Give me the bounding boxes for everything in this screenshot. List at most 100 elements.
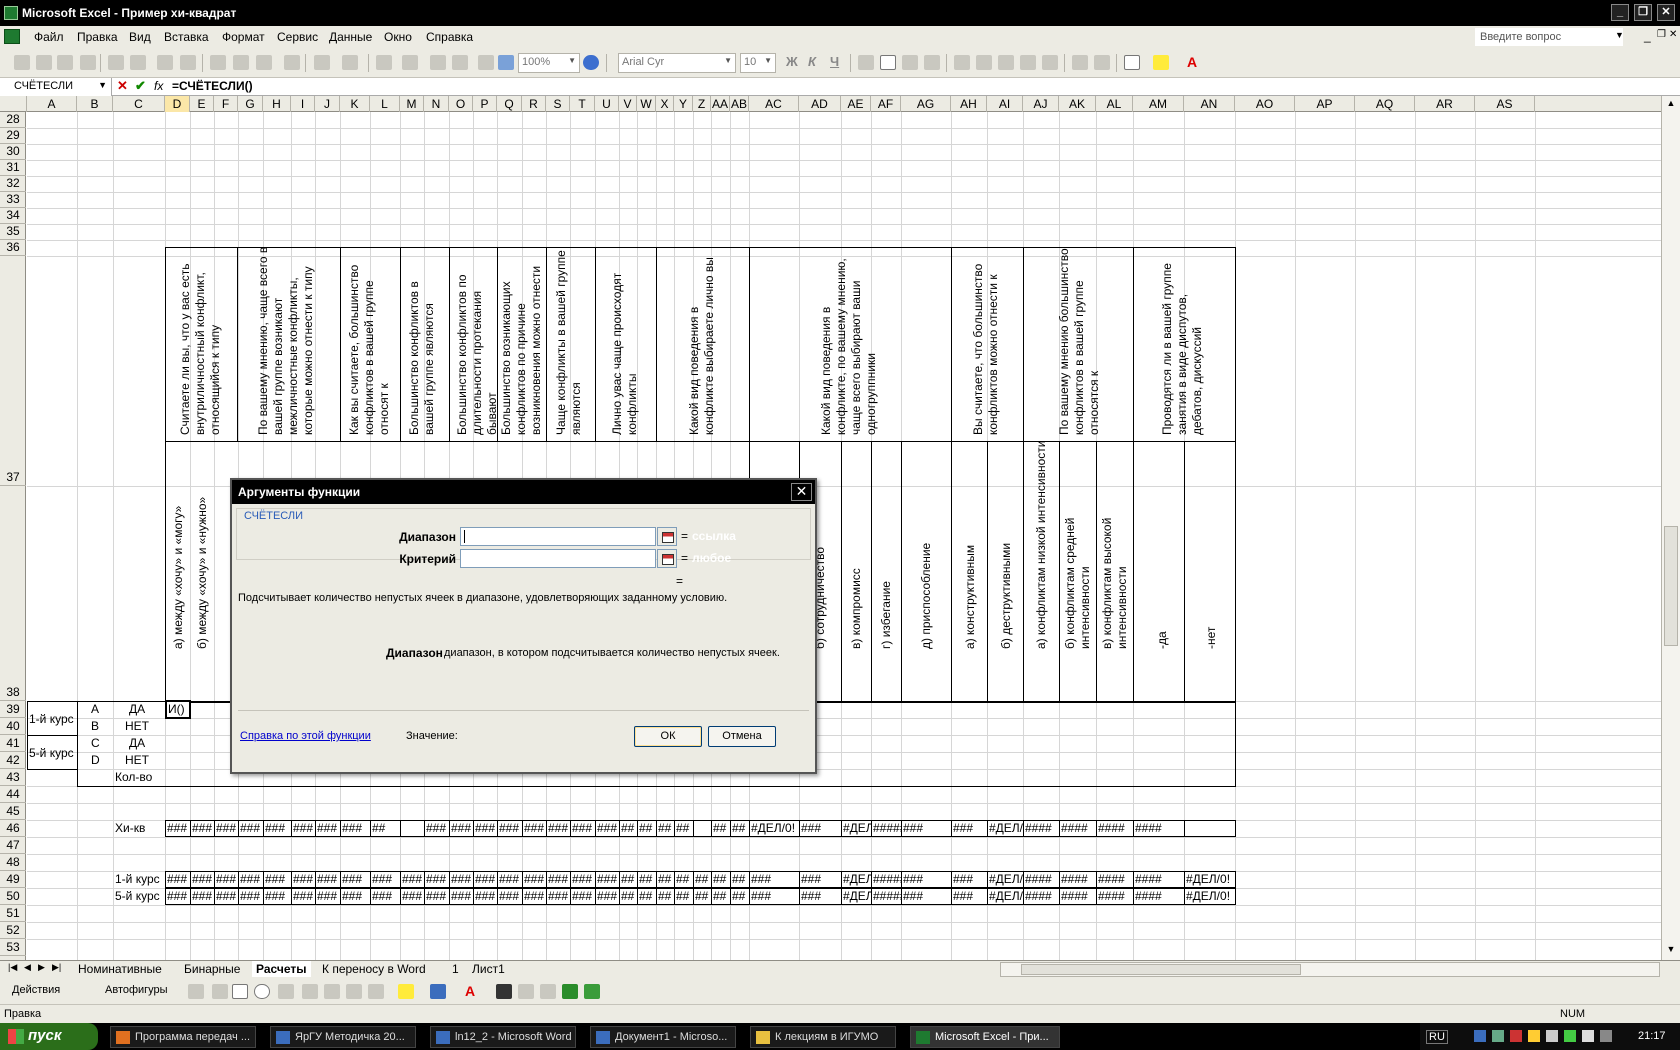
result-cell[interactable]: ###: [215, 889, 239, 904]
row-50[interactable]: 50: [0, 888, 26, 905]
scroll-down-icon[interactable]: ▼: [1664, 944, 1678, 958]
result-cell[interactable]: #ДЕЛ/0!: [842, 821, 872, 836]
result-cell[interactable]: ###: [166, 872, 191, 887]
result-cell[interactable]: ##: [675, 872, 694, 887]
comma-icon[interactable]: [998, 55, 1014, 70]
horizontal-scrollbar[interactable]: [1000, 962, 1660, 977]
paste-icon[interactable]: [256, 55, 272, 70]
cancel-entry-icon[interactable]: ✕: [117, 78, 128, 94]
dialog-close-button[interactable]: ✕: [791, 483, 812, 501]
h-scroll-thumb[interactable]: [1021, 964, 1301, 975]
chevron-down-icon[interactable]: ▼: [1615, 30, 1624, 40]
col-AP[interactable]: AP: [1295, 96, 1355, 112]
result-cell[interactable]: ###: [316, 821, 341, 836]
result-cell[interactable]: ###: [166, 821, 191, 836]
workbook-icon[interactable]: [4, 29, 20, 44]
italic-icon[interactable]: К: [808, 54, 816, 69]
autosum-icon[interactable]: [402, 55, 418, 70]
result-cell[interactable]: ##: [694, 889, 712, 904]
task-word-1[interactable]: ЯрГУ Методичка 20...: [270, 1026, 416, 1048]
wordart-icon[interactable]: [302, 984, 318, 999]
menu-data[interactable]: Данные: [329, 30, 372, 44]
col-AD[interactable]: AD: [799, 96, 841, 112]
format-painter-icon[interactable]: [284, 55, 300, 70]
doc-close-button[interactable]: ✕: [1669, 29, 1677, 40]
col-AQ[interactable]: AQ: [1355, 96, 1415, 112]
arrow-icon[interactable]: [212, 984, 228, 999]
col-F[interactable]: F: [214, 96, 238, 112]
result-cell[interactable]: #####: [872, 889, 902, 904]
increase-decimal-icon[interactable]: [1020, 55, 1036, 70]
result-cell[interactable]: #ДЕЛ/0!: [988, 872, 1024, 887]
menu-format[interactable]: Формат: [222, 30, 265, 44]
result-cell[interactable]: ###: [292, 821, 316, 836]
task-firefox[interactable]: Программа передач ...: [110, 1026, 256, 1048]
result-cell[interactable]: ###: [215, 821, 239, 836]
task-excel[interactable]: Microsoft Excel - При...: [910, 1026, 1060, 1048]
col-AE[interactable]: AE: [841, 96, 871, 112]
result-cell[interactable]: ###: [239, 821, 264, 836]
drawing-icon[interactable]: [498, 55, 514, 70]
menu-window[interactable]: Окно: [384, 30, 412, 44]
result-cell[interactable]: #ДЕЛ/0!: [988, 821, 1024, 836]
fill-color-icon[interactable]: [1153, 55, 1169, 70]
print-preview-icon[interactable]: [130, 55, 146, 70]
result-cell[interactable]: #ДЕЛ/0!: [842, 872, 872, 887]
col-AM[interactable]: AM: [1133, 96, 1184, 112]
col-AB[interactable]: AB: [730, 96, 749, 112]
task-folder[interactable]: К лекциям в ИГУМО: [750, 1026, 896, 1048]
col-AK[interactable]: AK: [1059, 96, 1096, 112]
decrease-decimal-icon[interactable]: [1042, 55, 1058, 70]
menu-help[interactable]: Справка: [426, 30, 473, 44]
result-cell[interactable]: ###: [800, 889, 842, 904]
col-AG[interactable]: AG: [901, 96, 951, 112]
col-J[interactable]: J: [315, 96, 340, 112]
align-right-icon[interactable]: [902, 55, 918, 70]
language-indicator[interactable]: RU: [1426, 1030, 1448, 1044]
row-32[interactable]: 32: [0, 176, 26, 192]
col-AI[interactable]: AI: [987, 96, 1023, 112]
col-I[interactable]: I: [291, 96, 315, 112]
col-V[interactable]: V: [619, 96, 637, 112]
name-box[interactable]: СЧЁТЕСЛИ ▼: [0, 78, 112, 96]
font-size-select[interactable]: 10 ▼: [740, 53, 776, 73]
result-cell[interactable]: ###: [371, 889, 401, 904]
result-cell[interactable]: ###: [264, 821, 292, 836]
result-cell[interactable]: ###: [341, 821, 371, 836]
enter-icon[interactable]: ✔: [135, 78, 146, 94]
formula-input[interactable]: =СЧЁТЕСЛИ(): [172, 79, 253, 93]
col-Q[interactable]: Q: [497, 96, 522, 112]
result-cell[interactable]: ###: [474, 889, 498, 904]
result-cell[interactable]: ###: [952, 889, 988, 904]
scroll-up-icon[interactable]: ▲: [1664, 98, 1678, 112]
col-P[interactable]: P: [473, 96, 497, 112]
rectangle-icon[interactable]: [232, 984, 248, 999]
result-cell[interactable]: #ДЕЛ/0!: [1185, 872, 1236, 887]
row-35[interactable]: 35: [0, 224, 26, 240]
result-cell[interactable]: ###: [596, 889, 620, 904]
result-cell[interactable]: ###: [215, 872, 239, 887]
row-34[interactable]: 34: [0, 208, 26, 224]
cancel-button[interactable]: Отмена: [708, 726, 776, 747]
col-X[interactable]: X: [656, 96, 674, 112]
col-AL[interactable]: AL: [1096, 96, 1133, 112]
result-cell[interactable]: ####: [1060, 821, 1097, 836]
col-AR[interactable]: AR: [1415, 96, 1475, 112]
result-cell[interactable]: ###: [316, 889, 341, 904]
sort-ascending-icon[interactable]: [430, 55, 446, 70]
result-cell[interactable]: ###: [571, 821, 596, 836]
permission-icon[interactable]: [80, 55, 96, 70]
col-N[interactable]: N: [424, 96, 449, 112]
result-cell[interactable]: [694, 821, 712, 836]
result-cell[interactable]: ###: [450, 872, 474, 887]
col-G[interactable]: G: [238, 96, 263, 112]
result-cell[interactable]: ####: [1024, 889, 1060, 904]
tab-to-word[interactable]: К переносу в Word: [318, 961, 430, 978]
row-46[interactable]: 46: [0, 820, 26, 837]
criteria-collapse-icon[interactable]: [657, 549, 677, 568]
zoom-select[interactable]: 100% ▼: [518, 53, 580, 73]
result-cell[interactable]: ###: [523, 889, 547, 904]
result-cell[interactable]: ###: [425, 821, 450, 836]
dash-style-icon[interactable]: [518, 984, 534, 999]
tray-icon[interactable]: [1564, 1030, 1576, 1042]
